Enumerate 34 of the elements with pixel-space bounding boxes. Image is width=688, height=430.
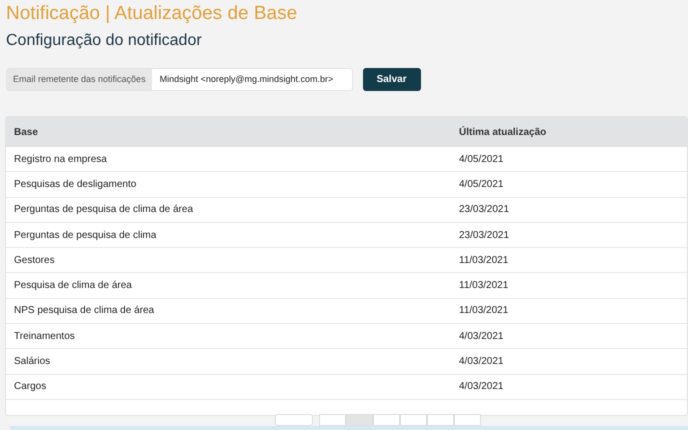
- table-cell-text: 11/03/2021: [458, 254, 510, 268]
- table-cell-text: 4/05/2021: [458, 178, 504, 192]
- table-cell-text: 4/03/2021: [458, 355, 504, 370]
- rows-per-page-select[interactable]: [275, 414, 313, 426]
- section-heading: Configuração do notificador: [6, 31, 203, 51]
- page-button[interactable]: [373, 414, 400, 426]
- page-title: Notificação | Atualizações de Base: [6, 3, 298, 25]
- table-cell-text: Pesquisas de desligamento: [13, 178, 138, 192]
- table-cell-text: Perguntas de pesquisa de clima de área: [13, 203, 194, 218]
- table-cell-text: 4/03/2021: [458, 380, 504, 394]
- table-cell-text: 23/03/2021: [458, 203, 510, 218]
- column-header[interactable]: Última atualização: [451, 124, 687, 140]
- page-button[interactable]: [400, 414, 427, 426]
- table-cell-text: Salários: [13, 355, 52, 370]
- table-cell-text: 11/03/2021: [458, 304, 510, 318]
- table-cell-text: 23/03/2021: [458, 228, 510, 243]
- page-button[interactable]: [427, 414, 454, 426]
- page-button[interactable]: [346, 414, 373, 426]
- field-label: Email remetente das notificações: [7, 69, 152, 90]
- table-cell-text: 11/03/2021: [458, 279, 510, 294]
- table-cell-text: Treinamentos: [13, 330, 76, 344]
- table-cell-text: Perguntas de pesquisa de clima: [13, 228, 158, 243]
- table-cell-text: Cargos: [13, 380, 48, 394]
- table-cell-text: NPS pesquisa de clima de área: [13, 304, 156, 318]
- save-button[interactable]: Salvar: [362, 68, 421, 91]
- page-button[interactable]: [454, 414, 481, 426]
- table-cell-text: Registro na empresa: [13, 152, 108, 167]
- email-field[interactable]: Email remetente das notificações Mindsight <noreply@mg.mindsight.com.br>: [6, 68, 353, 91]
- table-cell-text: 4/03/2021: [458, 330, 504, 344]
- page-button[interactable]: [319, 414, 346, 426]
- table-cell-text: Gestores: [13, 254, 56, 268]
- table-cell-text: 4/05/2021: [458, 152, 504, 167]
- table-cell-text: Pesquisa de clima de área: [13, 279, 133, 294]
- column-header[interactable]: Base: [6, 124, 451, 140]
